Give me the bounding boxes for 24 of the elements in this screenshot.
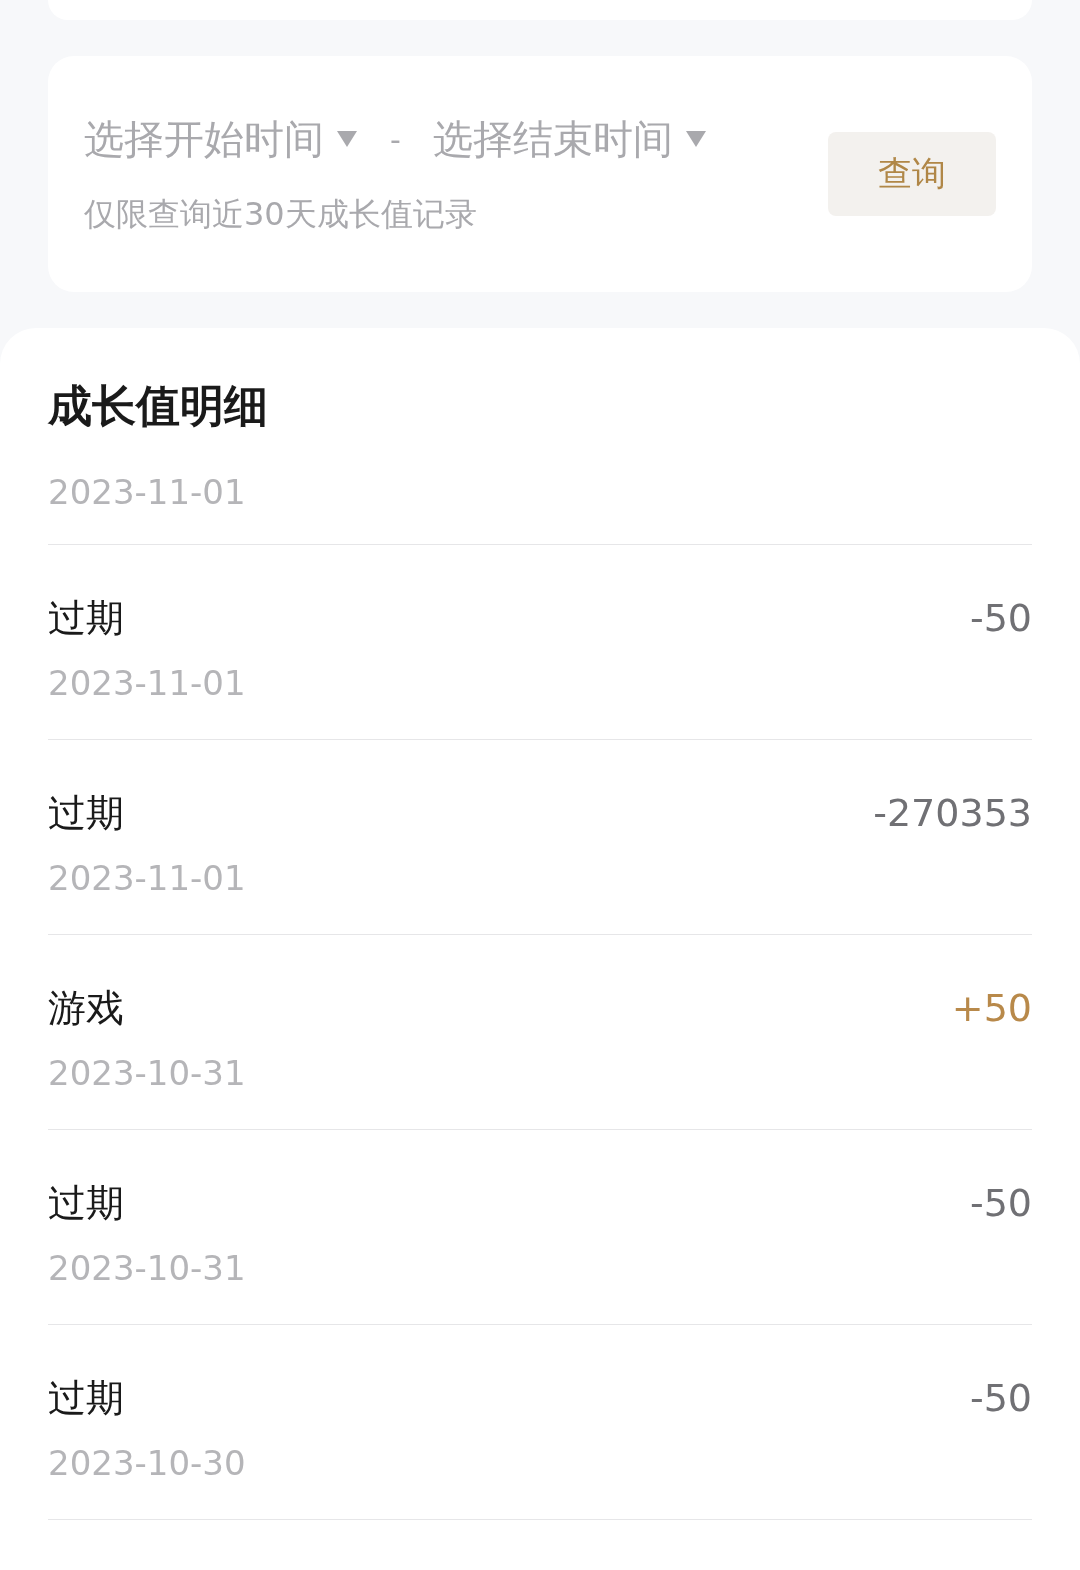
section-title: 成长值明细 — [48, 379, 269, 433]
record-title: 过期 — [48, 790, 125, 836]
amount-text: -50 — [969, 1180, 1032, 1227]
record-title: 游戏 — [48, 985, 125, 1031]
record-date: 2023-10-31 — [48, 1052, 246, 1095]
record-title: 过期 — [48, 595, 125, 641]
amount-text: +50 — [951, 985, 1032, 1032]
start-time-picker[interactable]: 选择开始时间 — [84, 111, 358, 167]
record-date: 2023-10-30 — [48, 1442, 246, 1485]
amount-text: -50 — [969, 595, 1032, 642]
record-title: 过期 — [48, 1180, 125, 1226]
group-date: 2023-11-01 — [48, 470, 1032, 545]
dropdown-triangle-icon — [684, 130, 707, 148]
dropdown-triangle-icon — [336, 130, 358, 148]
amount-text: -50 — [969, 1375, 1032, 1422]
record-title: 过期 — [48, 1375, 125, 1421]
end-time-picker[interactable]: 选择结束时间 — [432, 111, 707, 167]
separator-text: - — [389, 121, 402, 157]
record-date: 2023-11-01 — [48, 662, 246, 705]
amount-text: -270353 — [873, 790, 1032, 837]
query-button[interactable]: 查询 — [828, 132, 996, 216]
record-date: 2023-10-31 — [48, 1247, 246, 1290]
record-date: 2023-11-01 — [48, 857, 246, 900]
hint-text: 仅限查询近30天成长值记录 — [84, 193, 478, 235]
